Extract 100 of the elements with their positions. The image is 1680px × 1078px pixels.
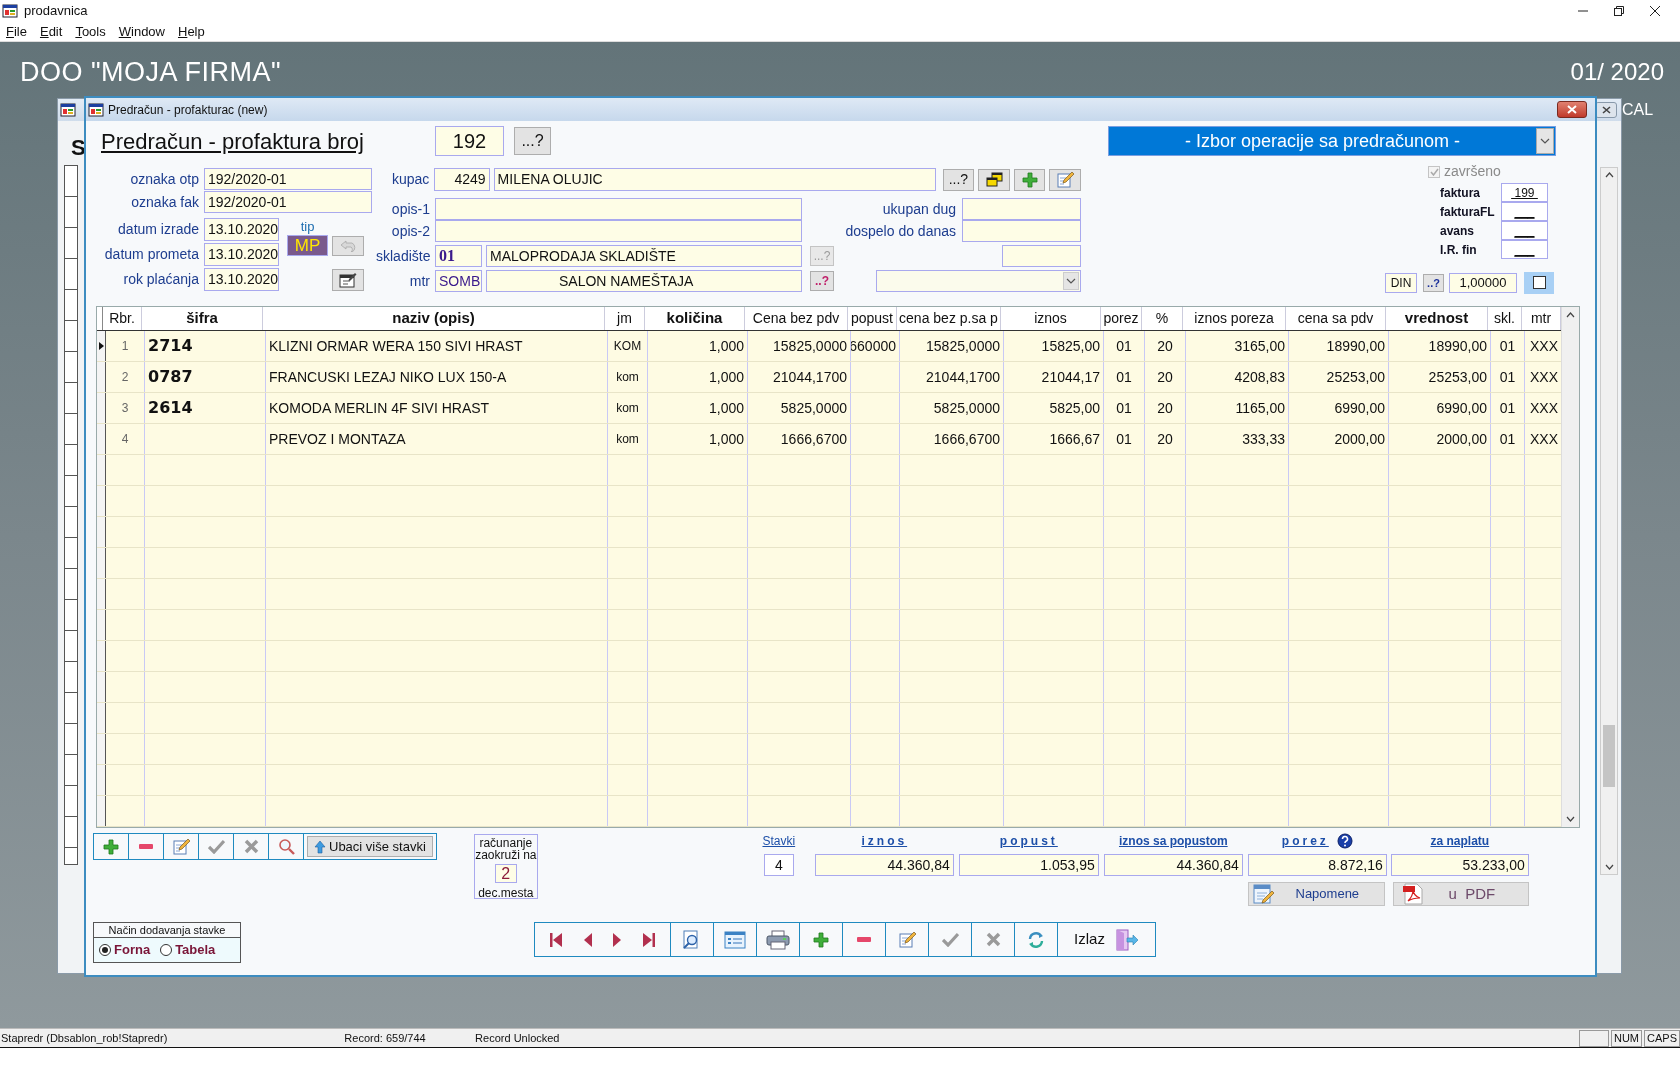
table-row[interactable]: 2 0787 FRANCUSKI LEZAJ NIKO LUX 150-A kom 1,000 21044,1700 21044,1700 21044,17 01 20 4208,83 25253,00 25253,00 01 XXX [97,362,1561,393]
column-header[interactable]: Rbr. [103,307,142,330]
total-field: 53.233,00 [1390,854,1529,876]
close-button[interactable] [1557,101,1587,118]
column-header[interactable]: naziv (opis) [263,307,605,330]
operations-dropdown[interactable]: - Izbor operacije sa predračunom - [1108,126,1556,156]
total-label[interactable]: porez [1281,832,1329,850]
edit-button[interactable] [1049,168,1081,191]
return-arrow-icon [340,239,356,252]
radio-label[interactable]: Forna [114,940,151,960]
plus-icon [813,931,829,948]
return-button[interactable] [332,235,364,256]
table-cell-text: 20 [1157,398,1173,418]
column-header[interactable]: porez [1101,307,1142,330]
column-header[interactable]: vrednost [1386,307,1488,330]
dropdown-field[interactable] [876,270,1081,292]
table-cell-text: 01 [1499,398,1516,418]
text-field[interactable]: 192/2020-01 [204,191,372,213]
customer-field[interactable]: MILENA OLUJIC [493,168,936,191]
row-header[interactable] [97,734,106,764]
date-field[interactable]: 13.10.2020 [204,243,279,266]
scroll-thumb[interactable] [1603,725,1615,787]
total-field: 44.360,84 [1103,854,1243,876]
row-header[interactable] [97,641,106,671]
currency-field[interactable]: DIN [1385,272,1417,293]
scrollbar[interactable] [1561,307,1579,827]
column-header[interactable]: cena sa pdv [1286,307,1386,330]
menu-item[interactable]: Help [178,21,205,42]
column-header[interactable]: iznos [1001,307,1101,330]
menu-item[interactable]: Tools [75,21,106,42]
table-row[interactable]: 4 PREVOZ I MONTAZA kom 1,000 1666,6700 1666,6700 1666,67 01 20 333,33 2000,00 2000,00 01 XXX [97,424,1561,455]
date-field[interactable]: 13.10.2020 [204,218,279,241]
menu-item[interactable]: Window [118,21,165,42]
total-label[interactable]: iznos sa popustom [1118,832,1228,850]
field-label: I.R. fin [1440,241,1478,259]
date-field[interactable]: 13.10.2020 [204,268,279,291]
column-header[interactable]: količina [645,307,745,330]
table-cell-text: 333,33 [1242,429,1285,449]
lookup-button[interactable]: ...? [514,127,551,155]
table-cell-text: 1,000 [708,367,744,387]
text-field[interactable]: 192/2020-01 [204,168,372,190]
column-header[interactable]: % [1142,307,1183,330]
total-label[interactable]: popust [999,832,1058,850]
notes-button[interactable]: Napomene [1247,882,1385,906]
column-header[interactable]: iznos poreza [1183,307,1286,330]
row-header[interactable] [97,455,106,485]
row-header[interactable] [97,331,106,361]
column-header[interactable]: jm [605,307,645,330]
row-header[interactable] [97,362,106,392]
radio-button[interactable] [99,944,111,956]
row-header[interactable] [97,517,106,547]
column-header[interactable]: popust [848,307,897,330]
rate-field[interactable]: 1,00000 [1449,272,1517,293]
column-header[interactable]: skl. [1488,307,1522,330]
row-header[interactable] [97,424,106,454]
total-label[interactable]: za naplatu [1430,832,1490,850]
total-label[interactable]: iznos [861,832,908,850]
lookup-button[interactable]: ...? [942,168,975,191]
row-header[interactable] [97,548,106,578]
number-field[interactable]: 192 [435,126,504,156]
column-header[interactable]: Cena bez pdv [745,307,848,330]
text-field[interactable] [435,220,802,242]
menu-item[interactable]: Edit [39,21,63,42]
field-label: kupac [390,170,430,189]
text-field[interactable] [435,198,802,220]
row-header[interactable] [97,610,106,640]
door-exit-icon [1114,928,1139,951]
column-header[interactable]: šifra [142,307,263,330]
table-row[interactable]: 3 2614 KOMODA MERLIN 4F SIVI HRAST kom 1,000 5825,0000 5825,0000 5825,00 01 20 1165,00 6990,00 6990,00 01 XXX [97,393,1561,424]
pdf-button[interactable]: u PDF [1392,882,1529,906]
row-header[interactable] [97,703,106,733]
table-cell-text: 4 [121,431,129,448]
row-header[interactable] [97,796,106,826]
row-header[interactable] [97,579,106,609]
type-field[interactable]: MP [287,235,328,256]
close-button[interactable] [1595,102,1617,118]
exit-button[interactable]: Izlaz [1058,923,1155,956]
checkbox[interactable] [1532,276,1546,289]
row-header[interactable] [97,765,106,795]
status-text: Record: 659/744 [344,1030,427,1046]
location-field[interactable]: SALON NAMEŠTAJA [486,270,802,292]
total-label[interactable]: Stavki [762,832,796,850]
decimals-field[interactable]: 2 [494,864,517,883]
code-field[interactable]: SOMB [435,270,482,292]
insert-items-button[interactable]: Ubaci više stavki [307,836,433,857]
field-label: opis-2 [390,221,430,241]
field-label: fakturaFL [1440,203,1496,221]
code-field[interactable]: 4249 [434,168,490,191]
radio-label[interactable]: Tabela [175,940,216,960]
scrollbar[interactable] [1600,167,1618,875]
windows-button[interactable] [978,168,1010,191]
form-button[interactable] [332,269,364,291]
menu-item[interactable]: File [6,21,27,42]
row-header[interactable] [97,393,106,423]
column-header[interactable]: cena bez p.sa p [897,307,1001,330]
lookup-button[interactable]: ..? [810,271,834,291]
row-header[interactable] [97,672,106,702]
row-header[interactable] [97,486,106,516]
lookup-button[interactable]: ..? [1423,273,1444,292]
radio-button[interactable] [160,944,173,956]
